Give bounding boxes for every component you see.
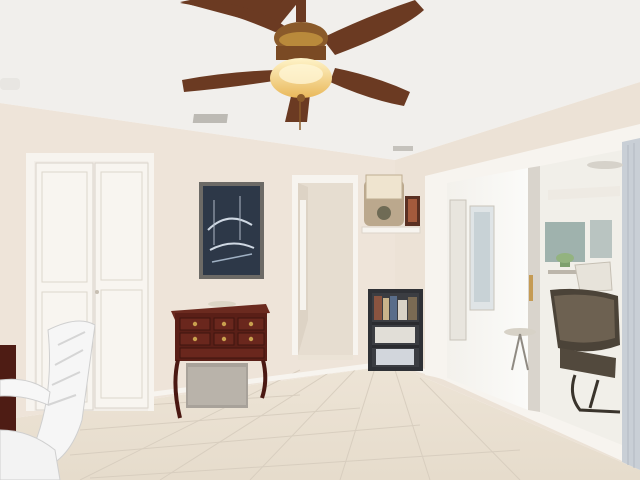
hallway-doorway <box>292 175 358 360</box>
ceiling-vent-small <box>393 146 413 151</box>
curtain <box>622 138 640 470</box>
small-bookshelf <box>368 289 423 371</box>
closet-bifold-door <box>26 153 154 411</box>
framed-artwork <box>199 182 264 279</box>
smoke-detector <box>0 78 20 90</box>
room-photo-canvas <box>0 0 640 480</box>
room-photo <box>0 0 640 480</box>
ceiling-vent <box>192 114 228 123</box>
